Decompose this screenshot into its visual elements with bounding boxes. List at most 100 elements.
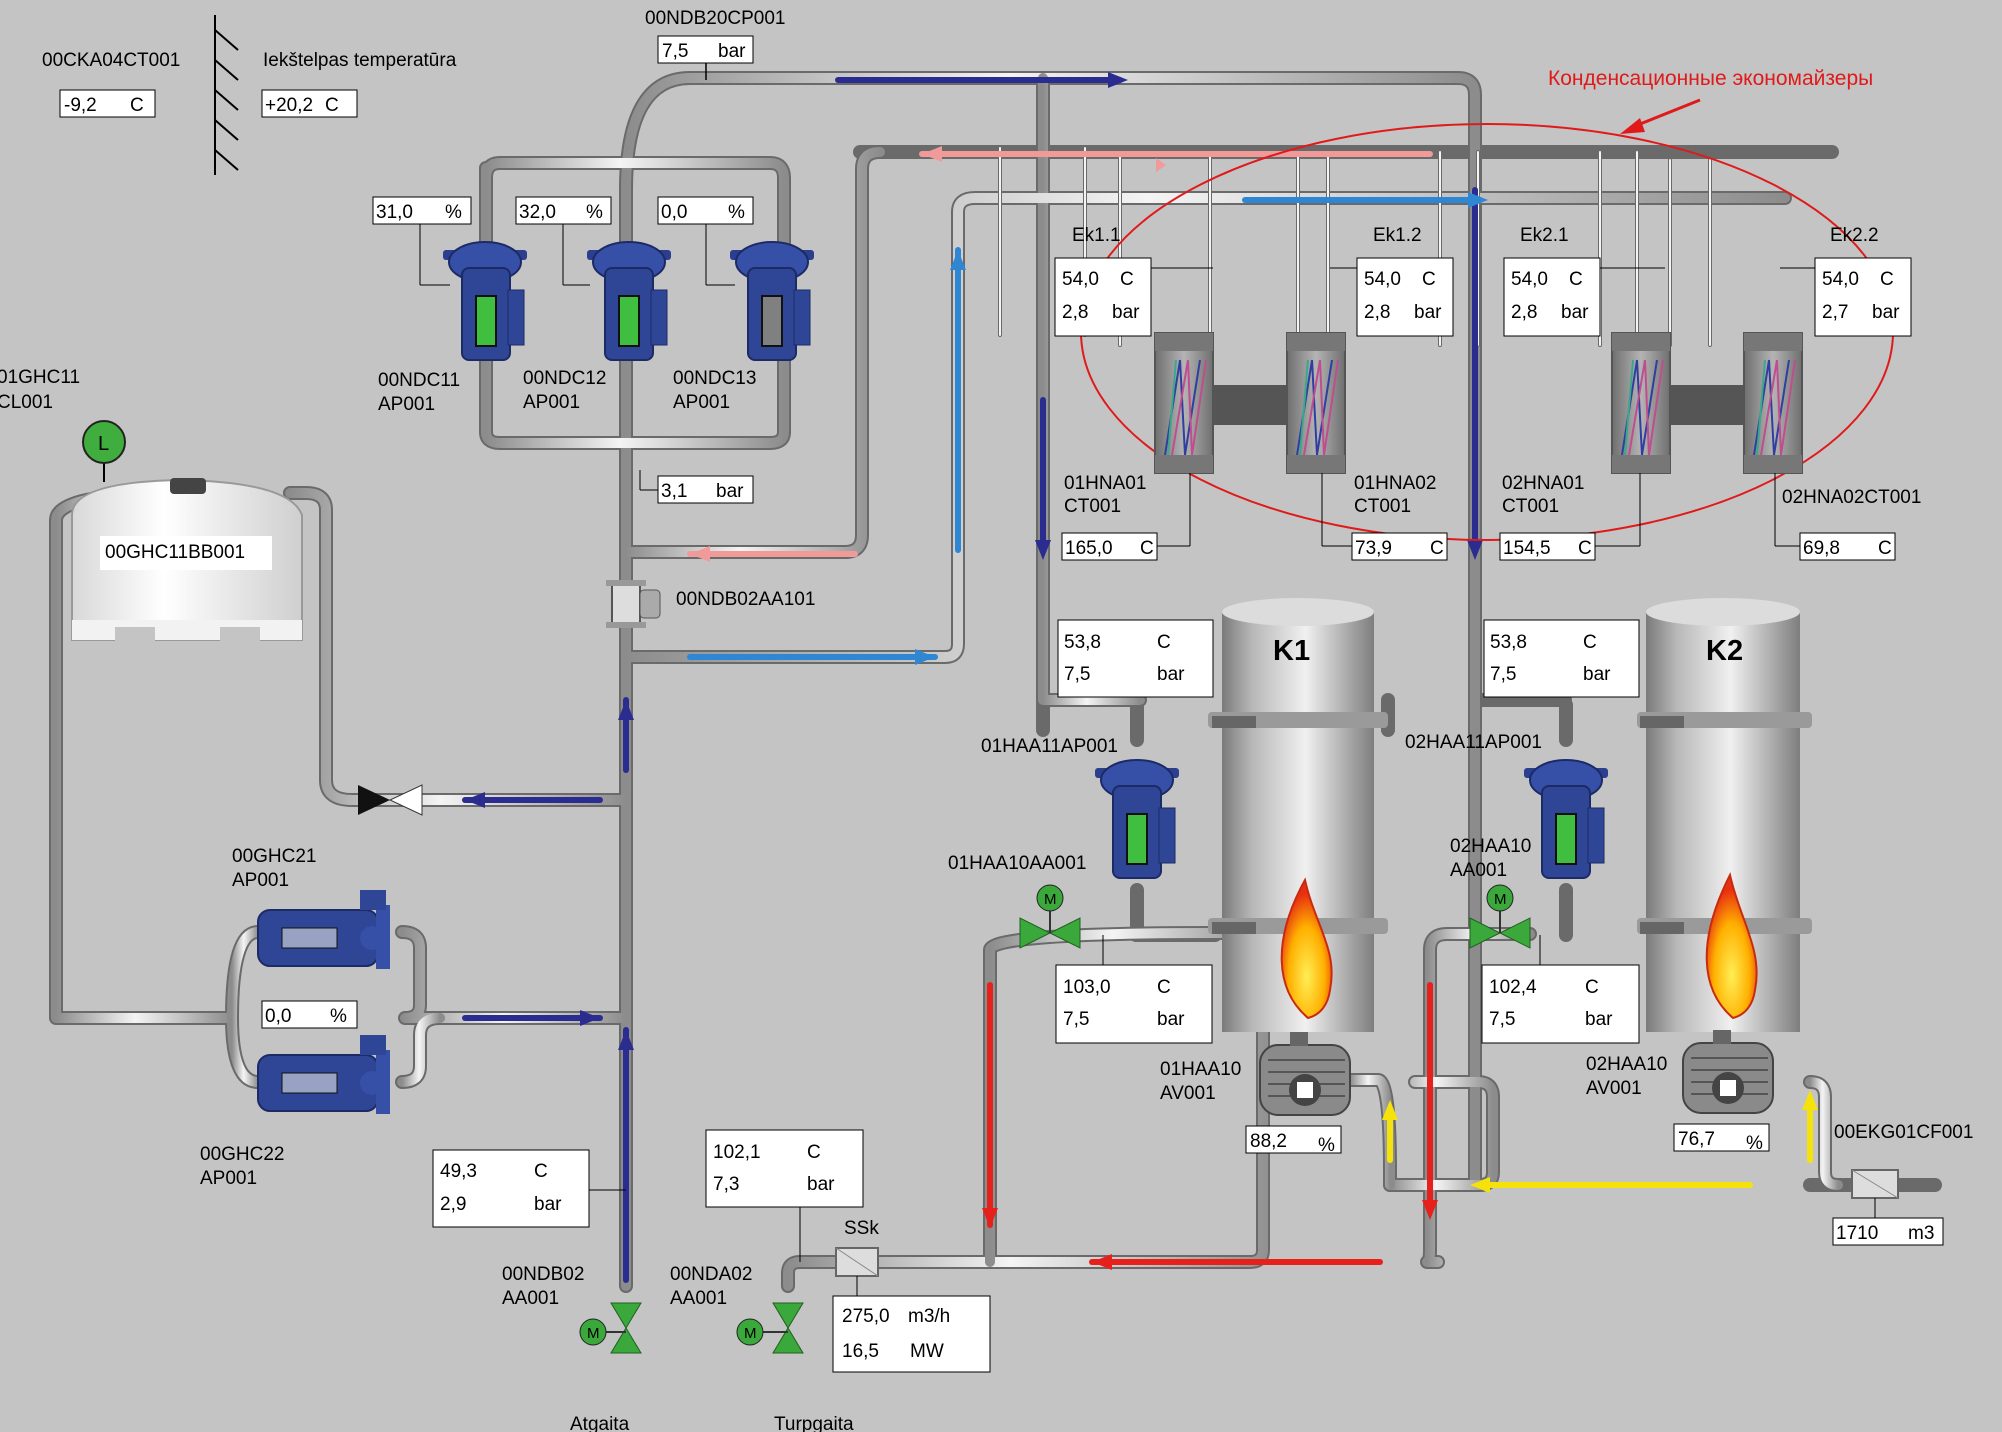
flue-1-tag1: 01HNA01 <box>1064 473 1146 494</box>
supply-valve-tag1: 00NDA02 <box>670 1264 752 1285</box>
k2-pump-status-icon <box>1555 813 1577 865</box>
pump-3-tag2: AP001 <box>673 392 730 413</box>
outdoor-temp-tag: 00CKA04CT001 <box>42 50 180 71</box>
flue-1-unit: C <box>1140 538 1154 559</box>
gas-meter-icon[interactable] <box>1851 1169 1899 1199</box>
return-pressure-unit: bar <box>534 1194 562 1215</box>
flow-meter-label: SSk <box>844 1218 879 1239</box>
storage-tank[interactable]: 00GHC11BB001 <box>71 478 303 641</box>
eco-4-temp-unit: C <box>1880 269 1894 290</box>
k1-fan-tag1: 01HAA10 <box>1160 1059 1241 1080</box>
k2-fan-tag2: AV001 <box>1586 1078 1642 1099</box>
k1-outlet-temp: 103,0 <box>1063 977 1111 998</box>
return-temp: 49,3 <box>440 1161 477 1182</box>
level-tag-2: CL001 <box>0 392 53 413</box>
makeup-pump-1-tag2: AP001 <box>232 870 289 891</box>
economizer-annotation: Конденсационные экономайзеры <box>1548 67 1873 90</box>
makeup-pump-1[interactable] <box>257 890 390 969</box>
suction-pressure-unit: bar <box>716 481 744 502</box>
gas-meter-tag: 00EKG01CF001 <box>1834 1122 1973 1143</box>
supply-power-unit: MW <box>910 1341 944 1362</box>
network-pump-2[interactable]: 32,0 % 00NDC12 AP001 <box>515 196 671 413</box>
flue-3-tag2: CT001 <box>1502 496 1559 517</box>
eco-3-pressure-unit: bar <box>1561 302 1589 323</box>
k1-outlet-pressure-unit: bar <box>1157 1009 1185 1030</box>
return-valve[interactable]: M <box>579 1302 642 1354</box>
k2-valve-motor-letter: M <box>1494 891 1507 908</box>
k2-burner-fan[interactable] <box>1682 1030 1774 1114</box>
eco-2-temp: 54,0 <box>1364 269 1401 290</box>
annotation-arrow-head <box>1620 118 1645 134</box>
k1-inlet-pressure-unit: bar <box>1157 664 1185 685</box>
supply-valve[interactable]: M <box>736 1302 804 1354</box>
flow-meter-icon[interactable] <box>835 1247 879 1277</box>
eco-2-name: Ek1.2 <box>1373 225 1422 246</box>
bypass-valve-tag: 00NDB02AA101 <box>676 589 815 610</box>
pump-2-tag2: AP001 <box>523 392 580 413</box>
k2-outlet-temp-unit: C <box>1585 977 1599 998</box>
k1-valve-motor-letter: M <box>1044 891 1057 908</box>
return-valve-motor-letter: M <box>587 1325 600 1342</box>
eco-3-pressure: 2,8 <box>1511 302 1537 323</box>
k1-valve-tag: 01HAA10AA001 <box>948 853 1086 874</box>
flue-4-unit: C <box>1878 538 1892 559</box>
flue-4-value: 69,8 <box>1803 538 1840 559</box>
makeup-pump-load: 0,0 <box>265 1006 291 1027</box>
k1-fan-tag2: AV001 <box>1160 1083 1216 1104</box>
flue-3-unit: C <box>1578 538 1592 559</box>
eco-1-pressure-unit: bar <box>1112 302 1140 323</box>
eco-1-pressure: 2,8 <box>1062 302 1088 323</box>
eco-4-name: Ek2.2 <box>1830 225 1879 246</box>
return-pressure: 2,9 <box>440 1194 466 1215</box>
k2-inlet-temp: 53,8 <box>1490 632 1527 653</box>
indoor-temp-value: +20,2 <box>265 95 313 116</box>
k1-fan-load: 88,2 <box>1250 1131 1287 1152</box>
return-line-name: Atgaita <box>570 1414 630 1432</box>
k2-circulation-pump[interactable] <box>1524 759 1608 879</box>
eco-2-temp-unit: C <box>1422 269 1436 290</box>
supply-power: 16,5 <box>842 1341 879 1362</box>
pump-1-status-icon <box>475 295 497 347</box>
flue-2-unit: C <box>1430 538 1444 559</box>
k2-valve-tag2: AA001 <box>1450 860 1507 881</box>
k2-outlet-pressure: 7,5 <box>1489 1009 1515 1030</box>
eco-1-temp-unit: C <box>1120 269 1134 290</box>
k1-inlet-pressure: 7,5 <box>1064 664 1090 685</box>
gas-meter-value: 1710 <box>1836 1223 1878 1244</box>
makeup-pump-unit: % <box>330 1006 347 1027</box>
eco-4-pressure-unit: bar <box>1872 302 1900 323</box>
level-tag-1: 01GHC11 <box>0 367 80 388</box>
tank-inlet-valve[interactable] <box>358 784 423 816</box>
flue-2-tag1: 01HNA02 <box>1354 473 1436 494</box>
k1-burner-fan[interactable] <box>1259 1032 1351 1116</box>
k2-pump-tag: 02HAA11AP001 <box>1405 732 1542 753</box>
k1-fan-unit: % <box>1318 1135 1335 1156</box>
pump-1-tag1: 00NDC11 <box>378 370 460 391</box>
k1-pump-status-icon <box>1126 813 1148 865</box>
outdoor-temp-unit: C <box>130 95 144 116</box>
eco-4-temp: 54,0 <box>1822 269 1859 290</box>
k1-inlet-temp-unit: C <box>1157 632 1171 653</box>
eco-2-pressure: 2,8 <box>1364 302 1390 323</box>
k2-inlet-pressure-unit: bar <box>1583 664 1611 685</box>
network-pump-1[interactable]: 31,0 % 00NDC11 AP001 <box>372 196 527 415</box>
pump-1-tag2: AP001 <box>378 394 435 415</box>
suction-pressure-value: 3,1 <box>661 481 687 502</box>
return-valve-tag2: AA001 <box>502 1288 559 1309</box>
supply-temp-unit: C <box>807 1142 821 1163</box>
supply-temp: 102,1 <box>713 1142 761 1163</box>
bypass-valve[interactable] <box>606 580 661 628</box>
makeup-pump-1-tag1: 00GHC21 <box>232 846 317 867</box>
gas-meter-unit: m3 <box>1908 1223 1934 1244</box>
return-temp-unit: C <box>534 1161 548 1182</box>
k2-valve-tag1: 02HAA10 <box>1450 836 1531 857</box>
makeup-pump-2[interactable] <box>257 1035 390 1114</box>
header-pressure-unit: bar <box>718 41 746 62</box>
k1-circulation-pump[interactable] <box>1095 759 1179 879</box>
pump-3-tag1: 00NDC13 <box>673 368 756 389</box>
supply-pressure-unit: bar <box>807 1174 835 1195</box>
k2-outlet-pressure-unit: bar <box>1585 1009 1613 1030</box>
k2-inlet-pressure: 7,5 <box>1490 664 1516 685</box>
eco-1-temp: 54,0 <box>1062 269 1099 290</box>
header-pressure-tag: 00NDB20CP001 <box>645 8 785 29</box>
